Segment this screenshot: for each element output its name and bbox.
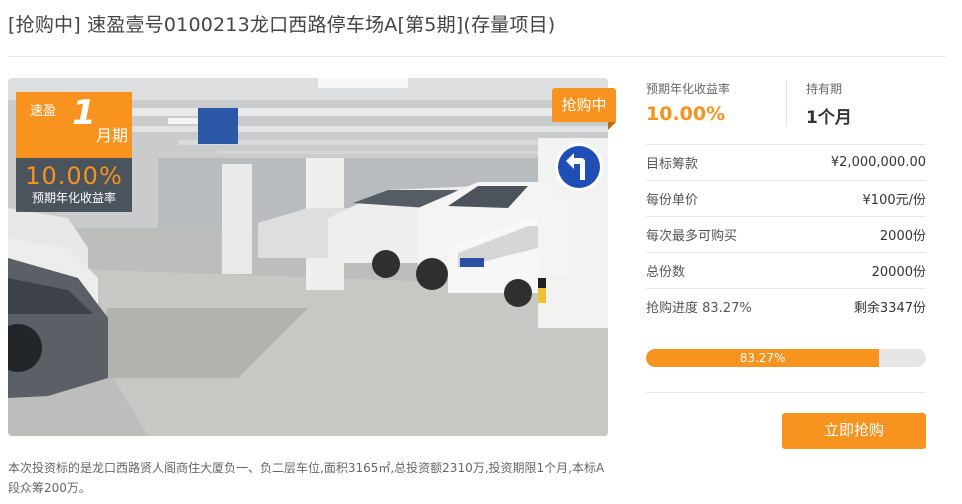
row-label: 总份数	[646, 265, 686, 280]
row-label: 目标筹款	[646, 157, 699, 172]
term-caption: 持有期	[806, 82, 843, 96]
progress-bar: 83.27%	[646, 349, 926, 367]
info-row-total-shares: 总份数 20000份	[646, 252, 926, 288]
info-summary: 预期年化收益率 10.00% 持有期 1个月	[646, 80, 926, 130]
progress-fill: 83.27%	[646, 349, 880, 367]
summary-divider	[786, 80, 787, 126]
buy-now-button[interactable]: 立即抢购	[782, 413, 926, 449]
turn-left-sign-icon	[555, 143, 603, 191]
row-value: 20000份	[871, 265, 926, 280]
rate-badge: 10.00% 预期年化收益率	[16, 158, 132, 212]
row-value: ¥100元/份	[862, 193, 926, 208]
rate-summary: 预期年化收益率 10.00%	[646, 80, 730, 125]
info-row-progress: 抢购进度 83.27% 剩余3347份	[646, 288, 926, 324]
status-tag: 抢购中	[552, 88, 616, 130]
row-label: 每次最多可购买	[646, 229, 738, 244]
rate-value: 10.00%	[646, 103, 726, 125]
project-description: 本次投资标的是龙口西路贤人阁商住大厦负一、负二层车位,面积3165㎡,总投资额2…	[8, 461, 605, 495]
rate-caption: 预期年化收益率	[646, 82, 731, 96]
row-value: 剩余3347份	[853, 301, 926, 316]
project-title: [抢购中] 速盈壹号0100213龙口西路停车场A[第5期](存量项目)	[8, 14, 556, 36]
term-value: 1个月	[806, 108, 852, 128]
row-value: 2000份	[879, 229, 926, 244]
term-summary: 持有期 1个月	[806, 80, 852, 128]
row-label: 每份单价	[646, 193, 699, 208]
badge-rate-value: 10.00%	[25, 162, 123, 190]
term-unit: 月期	[96, 126, 129, 145]
info-row-target: 目标筹款 ¥2,000,000.00	[646, 144, 926, 180]
term-number: 1	[72, 93, 96, 133]
badge-rate-label: 预期年化收益率	[31, 191, 116, 205]
info-rows: 目标筹款 ¥2,000,000.00 每份单价 ¥100元/份 每次最多可购买 …	[646, 144, 926, 324]
panel-divider	[646, 392, 926, 393]
info-row-unit-price: 每份单价 ¥100元/份	[646, 180, 926, 216]
product-name: 速盈	[30, 104, 57, 119]
term-badge: 速盈 1 月期	[16, 92, 132, 158]
info-row-max-purchase: 每次最多可购买 2000份	[646, 216, 926, 252]
title-divider	[8, 56, 946, 57]
row-value: ¥2,000,000.00	[830, 155, 926, 170]
row-label: 抢购进度 83.27%	[646, 301, 752, 316]
